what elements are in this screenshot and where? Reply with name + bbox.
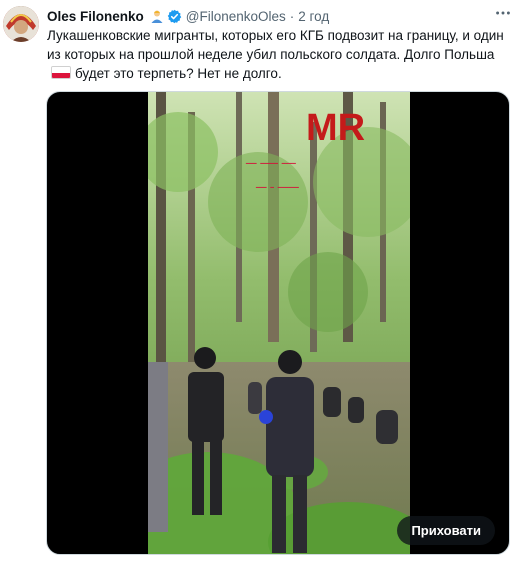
video-frame[interactable]: MR ــــ ـــــ ـــ ــــــ ـ ـــ [148,92,410,554]
svg-text:ــــــ ـ ـــ: ــــــ ـ ـــ [255,177,299,191]
tweet-text-part1: Лукашенковские мигранты, которых его КГБ… [47,28,504,62]
person-emoji-icon [150,9,164,23]
author-handle[interactable]: @FilonenkoOles [186,9,286,24]
video-player[interactable]: MR ــــ ـــــ ـــ ــــــ ـ ـــ Приховати [46,91,510,555]
tweet-text: Лукашенковские мигранты, которых его КГБ… [47,26,517,83]
poland-flag-icon [51,66,71,79]
tweet-timestamp[interactable]: 2 год [298,9,329,24]
more-horizontal-icon[interactable] [493,4,513,24]
tweet-header: Oles Filonenko @FilonenkoOles · 2 год [47,7,329,25]
hide-media-button[interactable]: Приховати [397,516,495,545]
tweet-text-part2: будет это терпеть? Нет не долго. [75,66,282,81]
video-watermark: MR [306,107,365,149]
tweet[interactable]: Oles Filonenko @FilonenkoOles · 2 год Лу… [0,0,525,561]
svg-text:ــــ ـــــ ـــ: ــــ ـــــ ـــ [245,153,296,167]
author-avatar[interactable] [3,6,39,42]
verified-badge-icon [167,9,182,24]
author-name[interactable]: Oles Filonenko [47,9,144,24]
header-separator: · [289,8,295,24]
